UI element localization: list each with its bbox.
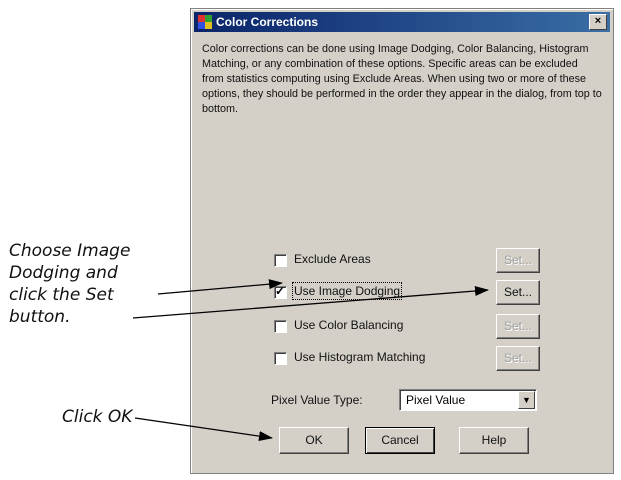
arrow-to-ok-button (134, 417, 273, 442)
annotation-arrows (132, 279, 489, 442)
arrow-to-checkbox (157, 279, 283, 295)
arrow-to-set-button (132, 286, 489, 319)
